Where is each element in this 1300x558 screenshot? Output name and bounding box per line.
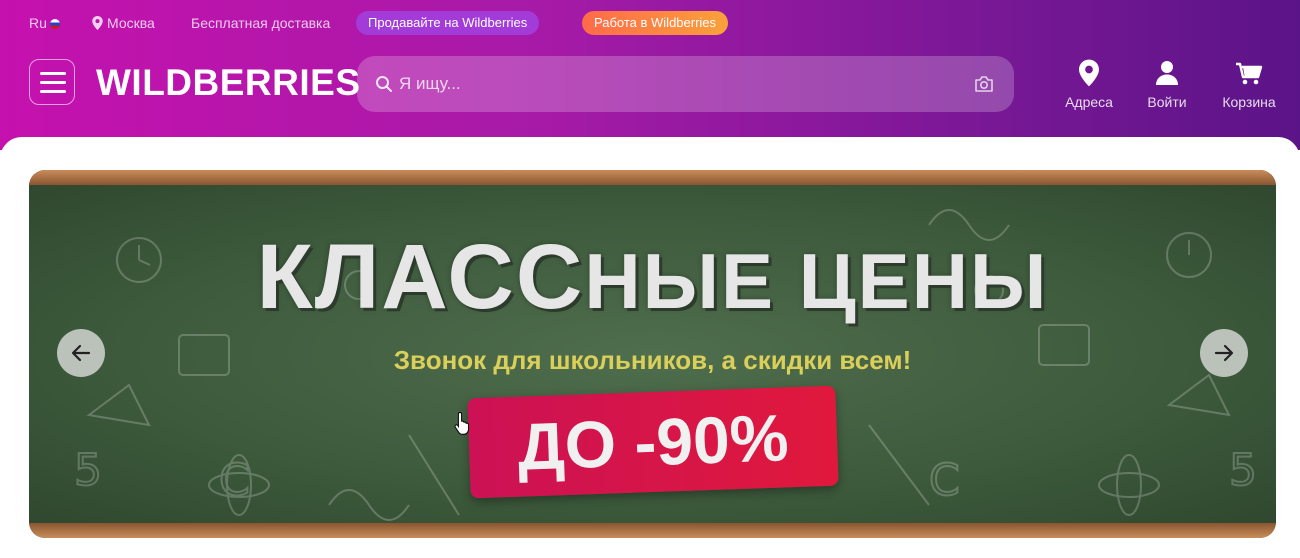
discount-badge: ДО -90%: [467, 385, 839, 499]
arrow-left-icon: [71, 344, 91, 362]
sell-on-wildberries-button[interactable]: Продавайте на Wildberries: [356, 11, 540, 35]
banner-subline: Звонок для школьников, а скидки всем!: [393, 345, 912, 375]
svg-text:5: 5: [1229, 445, 1257, 496]
camera-icon[interactable]: [974, 75, 994, 93]
menu-button[interactable]: [29, 59, 75, 105]
work-at-wildberries-button[interactable]: Работа в Wildberries: [582, 11, 729, 35]
user-icon: [1156, 61, 1178, 85]
nav-addresses[interactable]: Адреса: [1049, 58, 1129, 110]
menu-icon-line: [40, 81, 66, 84]
logo[interactable]: WILDBERRIES: [96, 62, 361, 104]
banner-prev-button[interactable]: [57, 329, 105, 377]
headline-big: КЛАСС: [256, 226, 585, 328]
pin-icon: [92, 16, 103, 30]
svg-text:С: С: [219, 455, 250, 506]
language-label: Ru: [29, 15, 47, 31]
hand-cursor-icon: [454, 411, 469, 435]
search-input[interactable]: [399, 56, 959, 112]
svg-text:С: С: [929, 455, 960, 506]
menu-icon-line: [40, 90, 66, 93]
pin-icon: [1079, 59, 1099, 87]
svg-text:5: 5: [74, 445, 102, 496]
nav-login-label: Войти: [1147, 94, 1187, 110]
search-icon: [376, 76, 392, 92]
nav-cart[interactable]: Корзина: [1209, 58, 1289, 110]
header: Ru Москва Бесплатная доставка Продавайте…: [0, 0, 1300, 150]
free-delivery-link[interactable]: Бесплатная доставка: [191, 15, 330, 31]
top-bar: Ru Москва Бесплатная доставка Продавайте…: [0, 0, 1300, 46]
nav-login[interactable]: Войти: [1127, 58, 1207, 110]
nav-cart-label: Корзина: [1222, 94, 1276, 110]
banner-headline: КЛАССНЫЕ ЦЕНЫ: [29, 225, 1276, 330]
banner-next-button[interactable]: [1200, 329, 1248, 377]
menu-icon: [40, 72, 66, 75]
search-bar[interactable]: [357, 56, 1014, 112]
cart-icon: [1236, 62, 1263, 85]
city-label: Москва: [107, 15, 155, 31]
city-selector[interactable]: Москва: [92, 15, 155, 31]
flag-ru-icon: [49, 19, 60, 29]
board-frame-top: [29, 170, 1276, 185]
board-frame-bottom: [29, 523, 1276, 538]
promo-banner[interactable]: 5 5 С С КЛАССНЫЕ ЦЕНЫ Звонок для школьни…: [29, 170, 1276, 538]
nav-addresses-label: Адреса: [1065, 94, 1113, 110]
language-selector[interactable]: Ru: [29, 15, 60, 31]
headline-small: НЫЕ ЦЕНЫ: [584, 237, 1049, 325]
discount-label: ДО -90%: [516, 400, 790, 484]
arrow-right-icon: [1214, 344, 1234, 362]
main-content: 5 5 С С КЛАССНЫЕ ЦЕНЫ Звонок для школьни…: [0, 137, 1300, 558]
chalkboard: 5 5 С С КЛАССНЫЕ ЦЕНЫ Звонок для школьни…: [29, 185, 1276, 523]
